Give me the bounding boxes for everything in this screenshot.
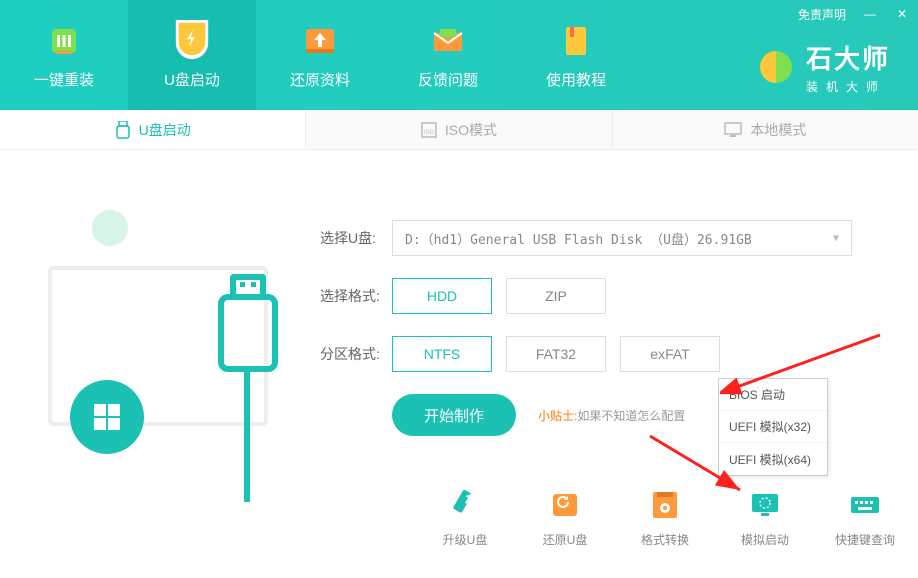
nav-feedback[interactable]: 反馈问题 (384, 0, 512, 110)
logo-subtitle: 装机大师 (806, 78, 890, 95)
menu-item-uefi-x64[interactable]: UEFI 模拟(x64) (719, 443, 827, 475)
close-button[interactable]: ✕ (894, 7, 910, 21)
simulate-boot-menu: BIOS 启动 UEFI 模拟(x32) UEFI 模拟(x64) (718, 378, 828, 476)
svg-text:ISO: ISO (424, 130, 435, 136)
usb-icon (115, 121, 131, 139)
app-header: 一键重装 U盘启动 还原资料 反馈问题 使用教程 (0, 0, 918, 110)
tool-format-convert[interactable]: 格式转换 (630, 487, 700, 548)
disk-select[interactable]: D:（hd1）General USB Flash Disk （U盘）26.91G… (392, 220, 852, 256)
usb-restore-icon (547, 487, 583, 523)
nav-label: 使用教程 (546, 69, 606, 90)
nav-label: 还原资料 (290, 69, 350, 90)
keyboard-icon (847, 487, 883, 523)
tip-prefix: 小贴士: (538, 409, 577, 423)
bars-icon (44, 21, 84, 61)
usb-upgrade-icon (447, 487, 483, 523)
format-convert-icon (647, 487, 683, 523)
subtab-label: ISO模式 (445, 120, 497, 140)
nav-tutorial[interactable]: 使用教程 (512, 0, 640, 110)
simulate-boot-icon (747, 487, 783, 523)
upload-box-icon (300, 21, 340, 61)
subtab-bar: U盘启动 ISO ISO模式 本地模式 (0, 110, 918, 150)
tool-restore-usb[interactable]: 还原U盘 (530, 487, 600, 548)
iso-icon: ISO (421, 122, 437, 138)
menu-item-bios[interactable]: BIOS 启动 (719, 379, 827, 411)
gear-decoration (92, 210, 128, 246)
tip-body: 如果不知道怎么配置 (577, 409, 685, 423)
tool-label: 格式转换 (641, 531, 689, 548)
windows-logo-circle (70, 380, 144, 454)
titlebar: 免责声明 — ✕ (798, 4, 910, 24)
nav-label: U盘启动 (164, 69, 220, 90)
disk-select-value: D:（hd1）General USB Flash Disk （U盘）26.91G… (405, 229, 752, 248)
label-format: 选择格式: (320, 286, 392, 306)
chevron-down-icon: ▼ (833, 233, 839, 244)
format-option-hdd[interactable]: HDD (392, 278, 492, 314)
logo: 石大师 装机大师 (756, 39, 890, 95)
tool-label: 模拟启动 (741, 531, 789, 548)
logo-icon (756, 47, 796, 87)
nav-usb-boot[interactable]: U盘启动 (128, 0, 256, 110)
partition-option-exfat[interactable]: exFAT (620, 336, 720, 372)
subtab-label: 本地模式 (750, 120, 806, 140)
subtab-usb-boot[interactable]: U盘启动 (0, 110, 306, 149)
tool-label: 快捷键查询 (835, 531, 895, 548)
label-partition: 分区格式: (320, 344, 392, 364)
usb-illustration (218, 294, 278, 372)
start-button[interactable]: 开始制作 (392, 394, 516, 436)
nav-reinstall[interactable]: 一键重装 (0, 0, 128, 110)
tool-upgrade-usb[interactable]: 升级U盘 (430, 487, 500, 548)
menu-item-uefi-x32[interactable]: UEFI 模拟(x32) (719, 411, 827, 443)
book-icon (556, 21, 596, 61)
mail-icon (428, 21, 468, 61)
tool-row: 升级U盘 还原U盘 格式转换 模拟启动 快捷键查询 (430, 487, 900, 548)
tool-label: 还原U盘 (543, 531, 588, 548)
tool-hotkey-query[interactable]: 快捷键查询 (830, 487, 900, 548)
nav-bar: 一键重装 U盘启动 还原资料 反馈问题 使用教程 (0, 0, 640, 110)
windows-icon (90, 400, 124, 434)
logo-text: 石大师 (806, 39, 890, 76)
subtab-iso[interactable]: ISO ISO模式 (306, 110, 612, 149)
label-select-disk: 选择U盘: (320, 228, 392, 248)
subtab-local[interactable]: 本地模式 (613, 110, 918, 149)
partition-option-ntfs[interactable]: NTFS (392, 336, 492, 372)
nav-restore-data[interactable]: 还原资料 (256, 0, 384, 110)
tool-label: 升级U盘 (443, 531, 488, 548)
illustration (40, 180, 300, 470)
tool-simulate-boot[interactable]: 模拟启动 (730, 487, 800, 548)
nav-label: 反馈问题 (418, 69, 478, 90)
format-option-zip[interactable]: ZIP (506, 278, 606, 314)
minimize-button[interactable]: — (862, 7, 878, 21)
partition-option-fat32[interactable]: FAT32 (506, 336, 606, 372)
monitor-icon (724, 122, 742, 138)
disclaimer-link[interactable]: 免责声明 (798, 6, 846, 23)
subtab-label: U盘启动 (139, 120, 191, 140)
nav-label: 一键重装 (34, 69, 94, 90)
shield-bolt-icon (172, 21, 212, 61)
